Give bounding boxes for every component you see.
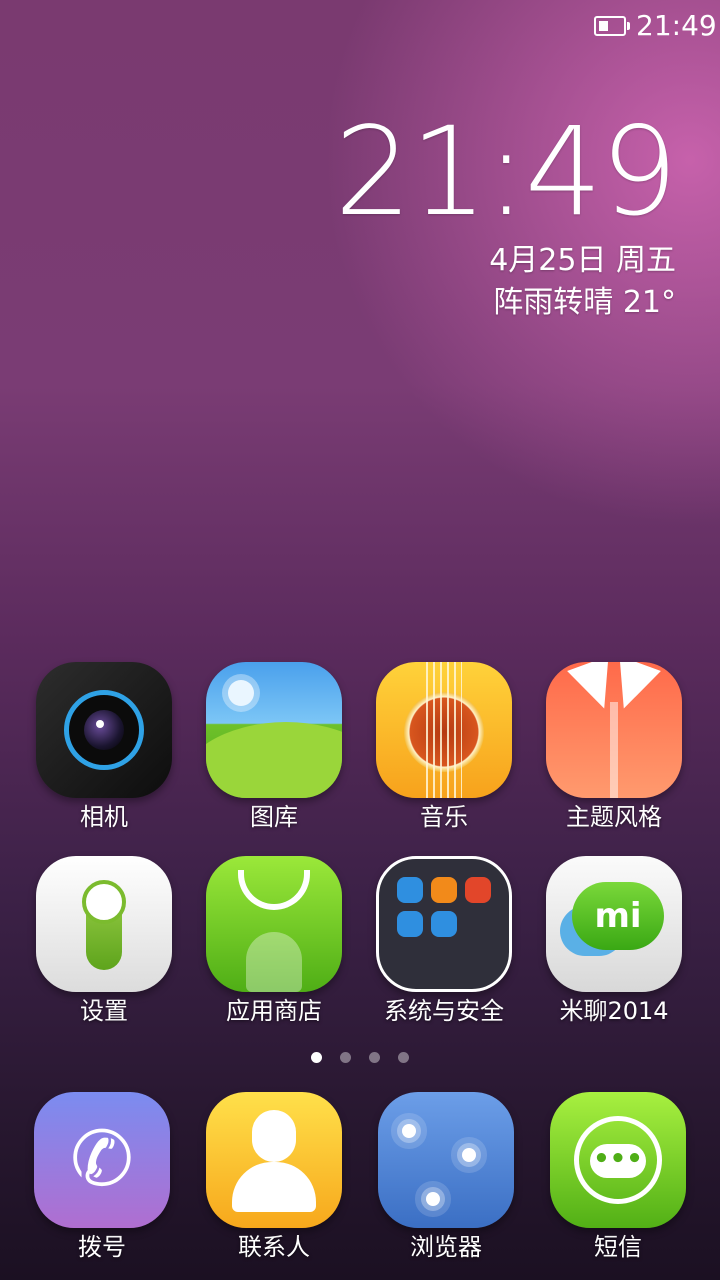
app-label: 音乐 xyxy=(420,803,468,831)
app-label: 图库 xyxy=(250,803,298,831)
app-store[interactable]: 应用商店 xyxy=(189,856,359,1026)
clock-time: 21:49 xyxy=(334,101,678,243)
status-bar: 21:49 xyxy=(0,0,720,52)
mitalk-icon[interactable]: mi xyxy=(546,856,682,992)
phone-icon[interactable]: ✆ xyxy=(34,1092,170,1228)
folder-icon[interactable] xyxy=(376,856,512,992)
browser-icon[interactable] xyxy=(378,1092,514,1228)
app-label: 主题风格 xyxy=(566,803,662,831)
app-label: 米聊2014 xyxy=(559,997,669,1025)
dock-messages[interactable]: ••• 短信 xyxy=(533,1092,703,1262)
dock-phone[interactable]: ✆ 拨号 xyxy=(17,1092,187,1262)
clock-weather-widget[interactable]: 21:49 4月25日 周五 阵雨转晴 21° xyxy=(276,101,678,324)
app-label: 拨号 xyxy=(78,1233,126,1261)
folder-system-security[interactable]: 系统与安全 xyxy=(359,856,529,1026)
app-settings[interactable]: 设置 xyxy=(19,856,189,1026)
music-icon[interactable] xyxy=(376,662,512,798)
dock-browser[interactable]: 浏览器 xyxy=(361,1092,531,1262)
camera-icon[interactable] xyxy=(36,662,172,798)
app-camera[interactable]: 相机 xyxy=(19,662,189,832)
status-time: 21:49 xyxy=(636,9,717,42)
page-dot[interactable] xyxy=(369,1052,380,1063)
dock-contacts[interactable]: 联系人 xyxy=(189,1092,359,1262)
mi-icon xyxy=(465,877,491,903)
app-mitalk[interactable]: mi 米聊2014 xyxy=(529,856,699,1026)
page-dot-active[interactable] xyxy=(311,1052,322,1063)
play-icon xyxy=(431,911,457,937)
cloud-icon xyxy=(397,877,423,903)
page-indicator[interactable] xyxy=(0,1048,720,1063)
page-dot[interactable] xyxy=(398,1052,409,1063)
settings-icon[interactable] xyxy=(36,856,172,992)
theme-icon[interactable] xyxy=(546,662,682,798)
battery-icon xyxy=(594,16,630,36)
mitalk-logo-text: mi xyxy=(594,896,642,936)
messages-icon[interactable]: ••• xyxy=(550,1092,686,1228)
app-music[interactable]: 音乐 xyxy=(359,662,529,832)
app-store-icon[interactable] xyxy=(206,856,342,992)
mi-icon xyxy=(431,877,457,903)
app-label: 系统与安全 xyxy=(384,997,504,1025)
app-gallery[interactable]: 图库 xyxy=(189,662,359,832)
weather-text: 阵雨转晴 21° xyxy=(493,285,676,320)
app-label: 浏览器 xyxy=(410,1233,482,1261)
app-theme[interactable]: 主题风格 xyxy=(529,662,699,832)
app-label: 联系人 xyxy=(238,1233,310,1261)
app-label: 相机 xyxy=(80,803,128,831)
app-label: 设置 xyxy=(80,997,128,1025)
app-label: 应用商店 xyxy=(226,997,322,1025)
app-label: 短信 xyxy=(594,1233,642,1261)
contacts-icon[interactable] xyxy=(206,1092,342,1228)
gallery-icon[interactable] xyxy=(206,662,342,798)
page-dot[interactable] xyxy=(340,1052,351,1063)
clock-date: 4月25日 周五 xyxy=(489,243,676,278)
search-icon xyxy=(397,911,423,937)
